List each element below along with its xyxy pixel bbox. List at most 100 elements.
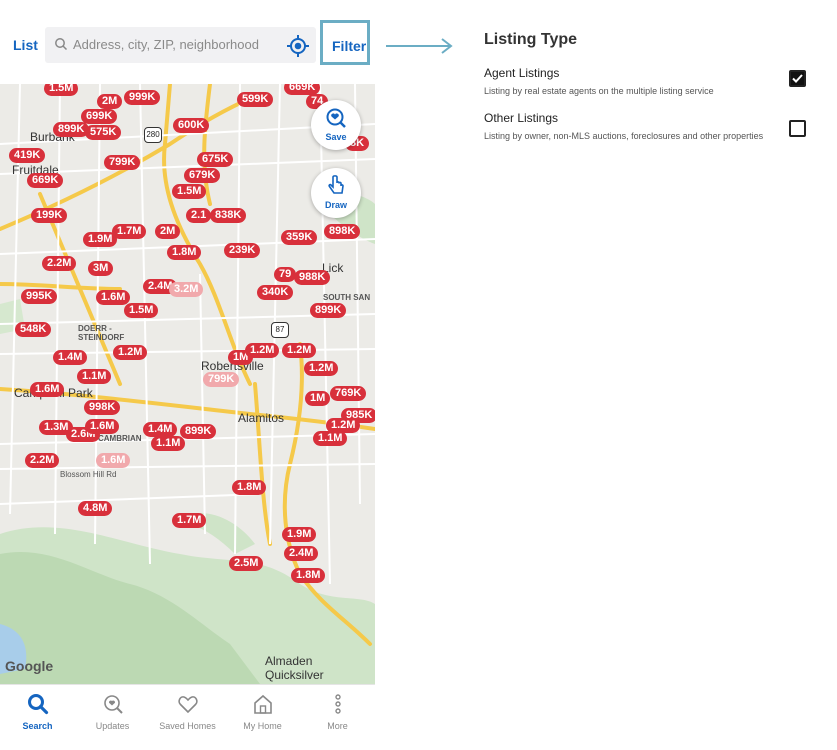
current-location-icon[interactable] bbox=[287, 35, 309, 57]
google-logo: Google bbox=[5, 658, 54, 674]
bottom-navigation: Search Updates Saved Homes My Home More bbox=[0, 684, 375, 750]
price-pin[interactable]: 2M bbox=[97, 94, 123, 109]
other-listings-checkbox[interactable] bbox=[789, 120, 806, 137]
map-place-label: Almaden Quicksilver bbox=[265, 654, 324, 682]
price-pin[interactable]: 548K bbox=[15, 322, 52, 337]
map-view[interactable]: Burbank Fruitdale Doerr - Steindorf Robe… bbox=[0, 84, 375, 684]
other-listings-option: Other Listings Listing by owner, non-MLS… bbox=[484, 111, 774, 142]
price-pin[interactable]: 3M bbox=[88, 261, 114, 276]
nav-label: Updates bbox=[95, 721, 130, 731]
price-pin[interactable]: 79 bbox=[274, 267, 297, 282]
option-title: Agent Listings bbox=[484, 66, 560, 80]
filter-callout-box: Filter bbox=[320, 20, 370, 65]
nav-search[interactable]: Search bbox=[0, 693, 75, 731]
price-pin[interactable]: 1.1M bbox=[77, 369, 112, 384]
callout-arrow-icon bbox=[386, 38, 453, 54]
map-place-label: Cambrian bbox=[98, 434, 142, 443]
price-pin[interactable]: 3.2M bbox=[169, 282, 204, 297]
price-pin[interactable]: 359K bbox=[281, 230, 318, 245]
price-pin[interactable]: 1.7M bbox=[112, 224, 147, 239]
price-pin[interactable]: 1.2M bbox=[282, 343, 317, 358]
price-pin[interactable]: 675K bbox=[197, 152, 234, 167]
price-pin[interactable]: 899K bbox=[310, 303, 347, 318]
price-pin[interactable]: 1.4M bbox=[143, 422, 178, 437]
price-pin[interactable]: 2.2M bbox=[42, 256, 77, 271]
filter-button[interactable]: Filter bbox=[332, 38, 366, 54]
search-icon bbox=[55, 38, 68, 51]
checkmark-icon bbox=[792, 74, 803, 83]
more-icon bbox=[334, 694, 341, 714]
nav-my-home[interactable]: My Home bbox=[225, 693, 300, 731]
price-pin[interactable]: 799K bbox=[203, 372, 240, 387]
save-search-button[interactable]: Save bbox=[311, 100, 361, 150]
price-pin[interactable]: 1.2M bbox=[304, 361, 339, 376]
price-pin[interactable]: 899K bbox=[53, 122, 90, 137]
price-pin[interactable]: 1.5M bbox=[44, 84, 79, 96]
price-pin[interactable]: 1.4M bbox=[53, 350, 88, 365]
price-pin[interactable]: 2.2M bbox=[25, 453, 60, 468]
price-pin[interactable]: 239K bbox=[224, 243, 261, 258]
nav-updates[interactable]: Updates bbox=[75, 693, 150, 731]
nav-saved-homes[interactable]: Saved Homes bbox=[150, 693, 225, 731]
panel-title: Listing Type bbox=[484, 31, 578, 48]
mobile-app-screen: List Filter bbox=[0, 0, 375, 750]
price-pin[interactable]: 340K bbox=[257, 285, 294, 300]
price-pin[interactable]: 1.9M bbox=[282, 527, 317, 542]
price-pin[interactable]: 995K bbox=[21, 289, 58, 304]
price-pin[interactable]: 998K bbox=[84, 400, 121, 415]
option-title: Other Listings bbox=[484, 111, 559, 125]
price-pin[interactable]: 1.5M bbox=[172, 184, 207, 199]
price-pin[interactable]: 599K bbox=[237, 92, 274, 107]
price-pin[interactable]: 1.7M bbox=[172, 513, 207, 528]
nav-label: Search bbox=[22, 721, 53, 731]
price-pin[interactable]: 1.5M bbox=[124, 303, 159, 318]
price-pin[interactable]: 988K bbox=[294, 270, 331, 285]
price-pin[interactable]: 679K bbox=[184, 168, 221, 183]
draw-button[interactable]: Draw bbox=[311, 168, 361, 218]
price-pin[interactable]: 1.1M bbox=[151, 436, 186, 451]
list-view-link[interactable]: List bbox=[13, 37, 38, 53]
price-pin[interactable]: 2.4M bbox=[284, 546, 319, 561]
draw-label: Draw bbox=[324, 200, 347, 210]
agent-listings-checkbox[interactable] bbox=[789, 70, 806, 87]
price-pin[interactable]: 1.2M bbox=[113, 345, 148, 360]
price-pin[interactable]: 769K bbox=[330, 386, 367, 401]
nav-more[interactable]: More bbox=[300, 693, 375, 731]
price-pin[interactable]: 1.8M bbox=[167, 245, 202, 260]
price-pin[interactable]: 4.8M bbox=[78, 501, 113, 516]
price-pin[interactable]: 2M bbox=[155, 224, 181, 239]
price-pin[interactable]: 999K bbox=[124, 90, 161, 105]
updates-icon bbox=[103, 695, 123, 714]
option-description: Listing by owner, non-MLS auctions, fore… bbox=[484, 131, 764, 141]
price-pin[interactable]: 1.6M bbox=[30, 382, 65, 397]
price-pin[interactable]: 799K bbox=[104, 155, 141, 170]
price-pin[interactable]: 575K bbox=[85, 125, 122, 140]
search-bar[interactable] bbox=[45, 27, 316, 63]
nav-label: Saved Homes bbox=[159, 721, 216, 731]
price-pin[interactable]: 600K bbox=[173, 118, 210, 133]
top-bar: List Filter bbox=[0, 0, 375, 84]
search-input[interactable] bbox=[71, 36, 275, 53]
highway-shield: 280 bbox=[144, 127, 162, 143]
nav-label: More bbox=[327, 721, 348, 731]
price-pin[interactable]: 1.6M bbox=[85, 419, 120, 434]
price-pin[interactable]: 199K bbox=[31, 208, 68, 223]
price-pin[interactable]: 899K bbox=[180, 424, 217, 439]
price-pin[interactable]: 838K bbox=[210, 208, 247, 223]
price-pin[interactable]: 1.6M bbox=[96, 290, 131, 305]
price-pin[interactable]: 1.6M bbox=[96, 453, 131, 468]
price-pin[interactable]: 898K bbox=[324, 224, 361, 239]
price-pin[interactable]: 1.8M bbox=[291, 568, 326, 583]
price-pin[interactable]: 1.8M bbox=[232, 480, 267, 495]
price-pin[interactable]: 699K bbox=[81, 109, 118, 124]
map-place-label: South San bbox=[323, 293, 371, 302]
option-description: Listing by real estate agents on the mul… bbox=[484, 86, 714, 96]
price-pin[interactable]: 1.1M bbox=[313, 431, 348, 446]
price-pin[interactable]: 2.1 bbox=[186, 208, 212, 223]
price-pin[interactable]: 1.2M bbox=[245, 343, 280, 358]
price-pin[interactable]: 669K bbox=[27, 173, 64, 188]
price-pin[interactable]: 419K bbox=[9, 148, 46, 163]
price-pin[interactable]: 2.5M bbox=[229, 556, 264, 571]
save-search-icon bbox=[326, 108, 346, 128]
price-pin[interactable]: 1M bbox=[305, 391, 331, 406]
